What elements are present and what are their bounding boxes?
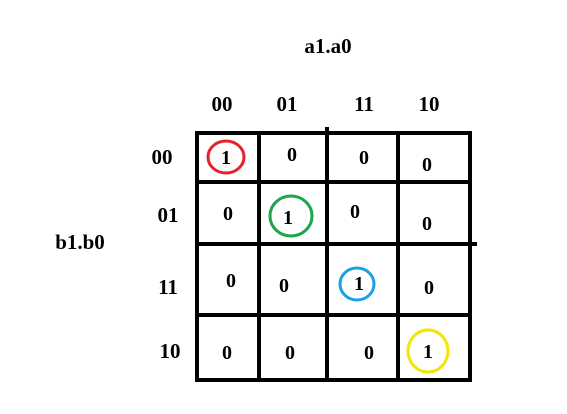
- col-header: 00: [212, 92, 233, 116]
- col-variable-label: a1.a0: [304, 34, 351, 58]
- karnaugh-map: a1.a0 b1.b0 00 01 11 10 00 01 11 10 1 0 …: [55, 34, 477, 382]
- cell-value: 0: [359, 147, 369, 169]
- row-header: 10: [160, 339, 181, 363]
- cell-value: 0: [279, 275, 289, 297]
- cell-value: 1: [221, 147, 231, 169]
- cell-value: 0: [364, 342, 374, 364]
- cell-value: 0: [422, 213, 432, 235]
- row-header: 01: [158, 203, 179, 227]
- col-header: 11: [354, 92, 374, 116]
- col-header: 10: [419, 92, 440, 116]
- cell-value: 0: [223, 203, 233, 225]
- cell-value: 1: [423, 341, 433, 363]
- cell-value: 0: [350, 201, 360, 223]
- cell-value: 0: [422, 154, 432, 176]
- cell-value: 0: [222, 342, 232, 364]
- col-header: 01: [277, 92, 298, 116]
- row-header: 11: [158, 275, 178, 299]
- cell-value: 1: [354, 273, 364, 295]
- row-headers: 00 01 11 10: [152, 145, 181, 363]
- row-header: 00: [152, 145, 173, 169]
- row-variable-label: b1.b0: [55, 230, 105, 254]
- cell-value: 1: [283, 207, 293, 229]
- cell-value: 0: [424, 277, 434, 299]
- col-headers: 00 01 11 10: [212, 92, 440, 116]
- cell-value: 0: [226, 270, 236, 292]
- cell-value: 0: [285, 342, 295, 364]
- cell-value: 0: [287, 144, 297, 166]
